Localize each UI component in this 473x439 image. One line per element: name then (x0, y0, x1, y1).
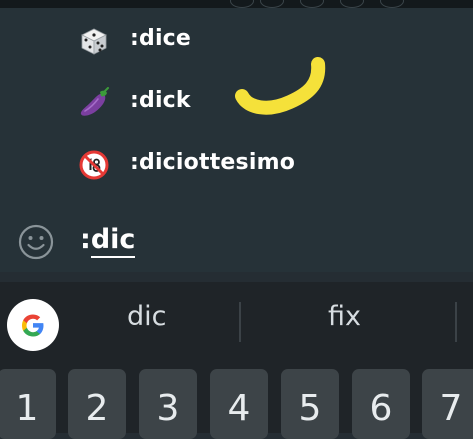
emoji-suggestion-no-under-18[interactable]: :diciottesimo (0, 136, 473, 194)
suggestion-divider (455, 302, 457, 342)
suggestion-divider (239, 302, 241, 342)
top-edge-background (0, 0, 473, 8)
key-6[interactable]: 6 (352, 369, 410, 439)
emoji-suggestion-label: :dice (130, 26, 192, 51)
message-input[interactable]: :dic (80, 224, 136, 258)
input-prefix: : (80, 224, 91, 255)
background-doodle (300, 0, 324, 8)
emoji-suggestion-label: :diciottesimo (130, 150, 296, 175)
emoji-suggestion-label: :dick (130, 88, 191, 113)
dice-icon (81, 28, 107, 55)
background-doodle (380, 0, 404, 8)
smiley-icon[interactable] (17, 223, 55, 261)
key-5[interactable]: 5 (281, 369, 339, 439)
key-3[interactable]: 3 (139, 369, 197, 439)
key-1[interactable]: 1 (0, 369, 56, 439)
input-typed-text: dic (90, 224, 136, 258)
key-7[interactable]: 7 (422, 369, 473, 439)
yellow-highlight-scribble (235, 57, 326, 115)
key-2[interactable]: 2 (68, 369, 126, 439)
suggestion-word-2[interactable]: fix (328, 301, 361, 332)
background-doodle (230, 0, 254, 8)
background-doodle (260, 0, 284, 8)
background-doodle (340, 0, 364, 8)
suggestion-word-1[interactable]: dic (127, 301, 167, 332)
number-key-row: 1 2 3 4 5 6 7 (0, 360, 473, 439)
message-input-row: :dic (0, 214, 473, 272)
google-g-icon[interactable] (7, 299, 59, 351)
no-under-18-icon (79, 150, 109, 180)
eggplant-icon (80, 87, 109, 116)
keyboard-suggestion-strip: dic fix (0, 282, 473, 360)
key-4[interactable]: 4 (210, 369, 268, 439)
